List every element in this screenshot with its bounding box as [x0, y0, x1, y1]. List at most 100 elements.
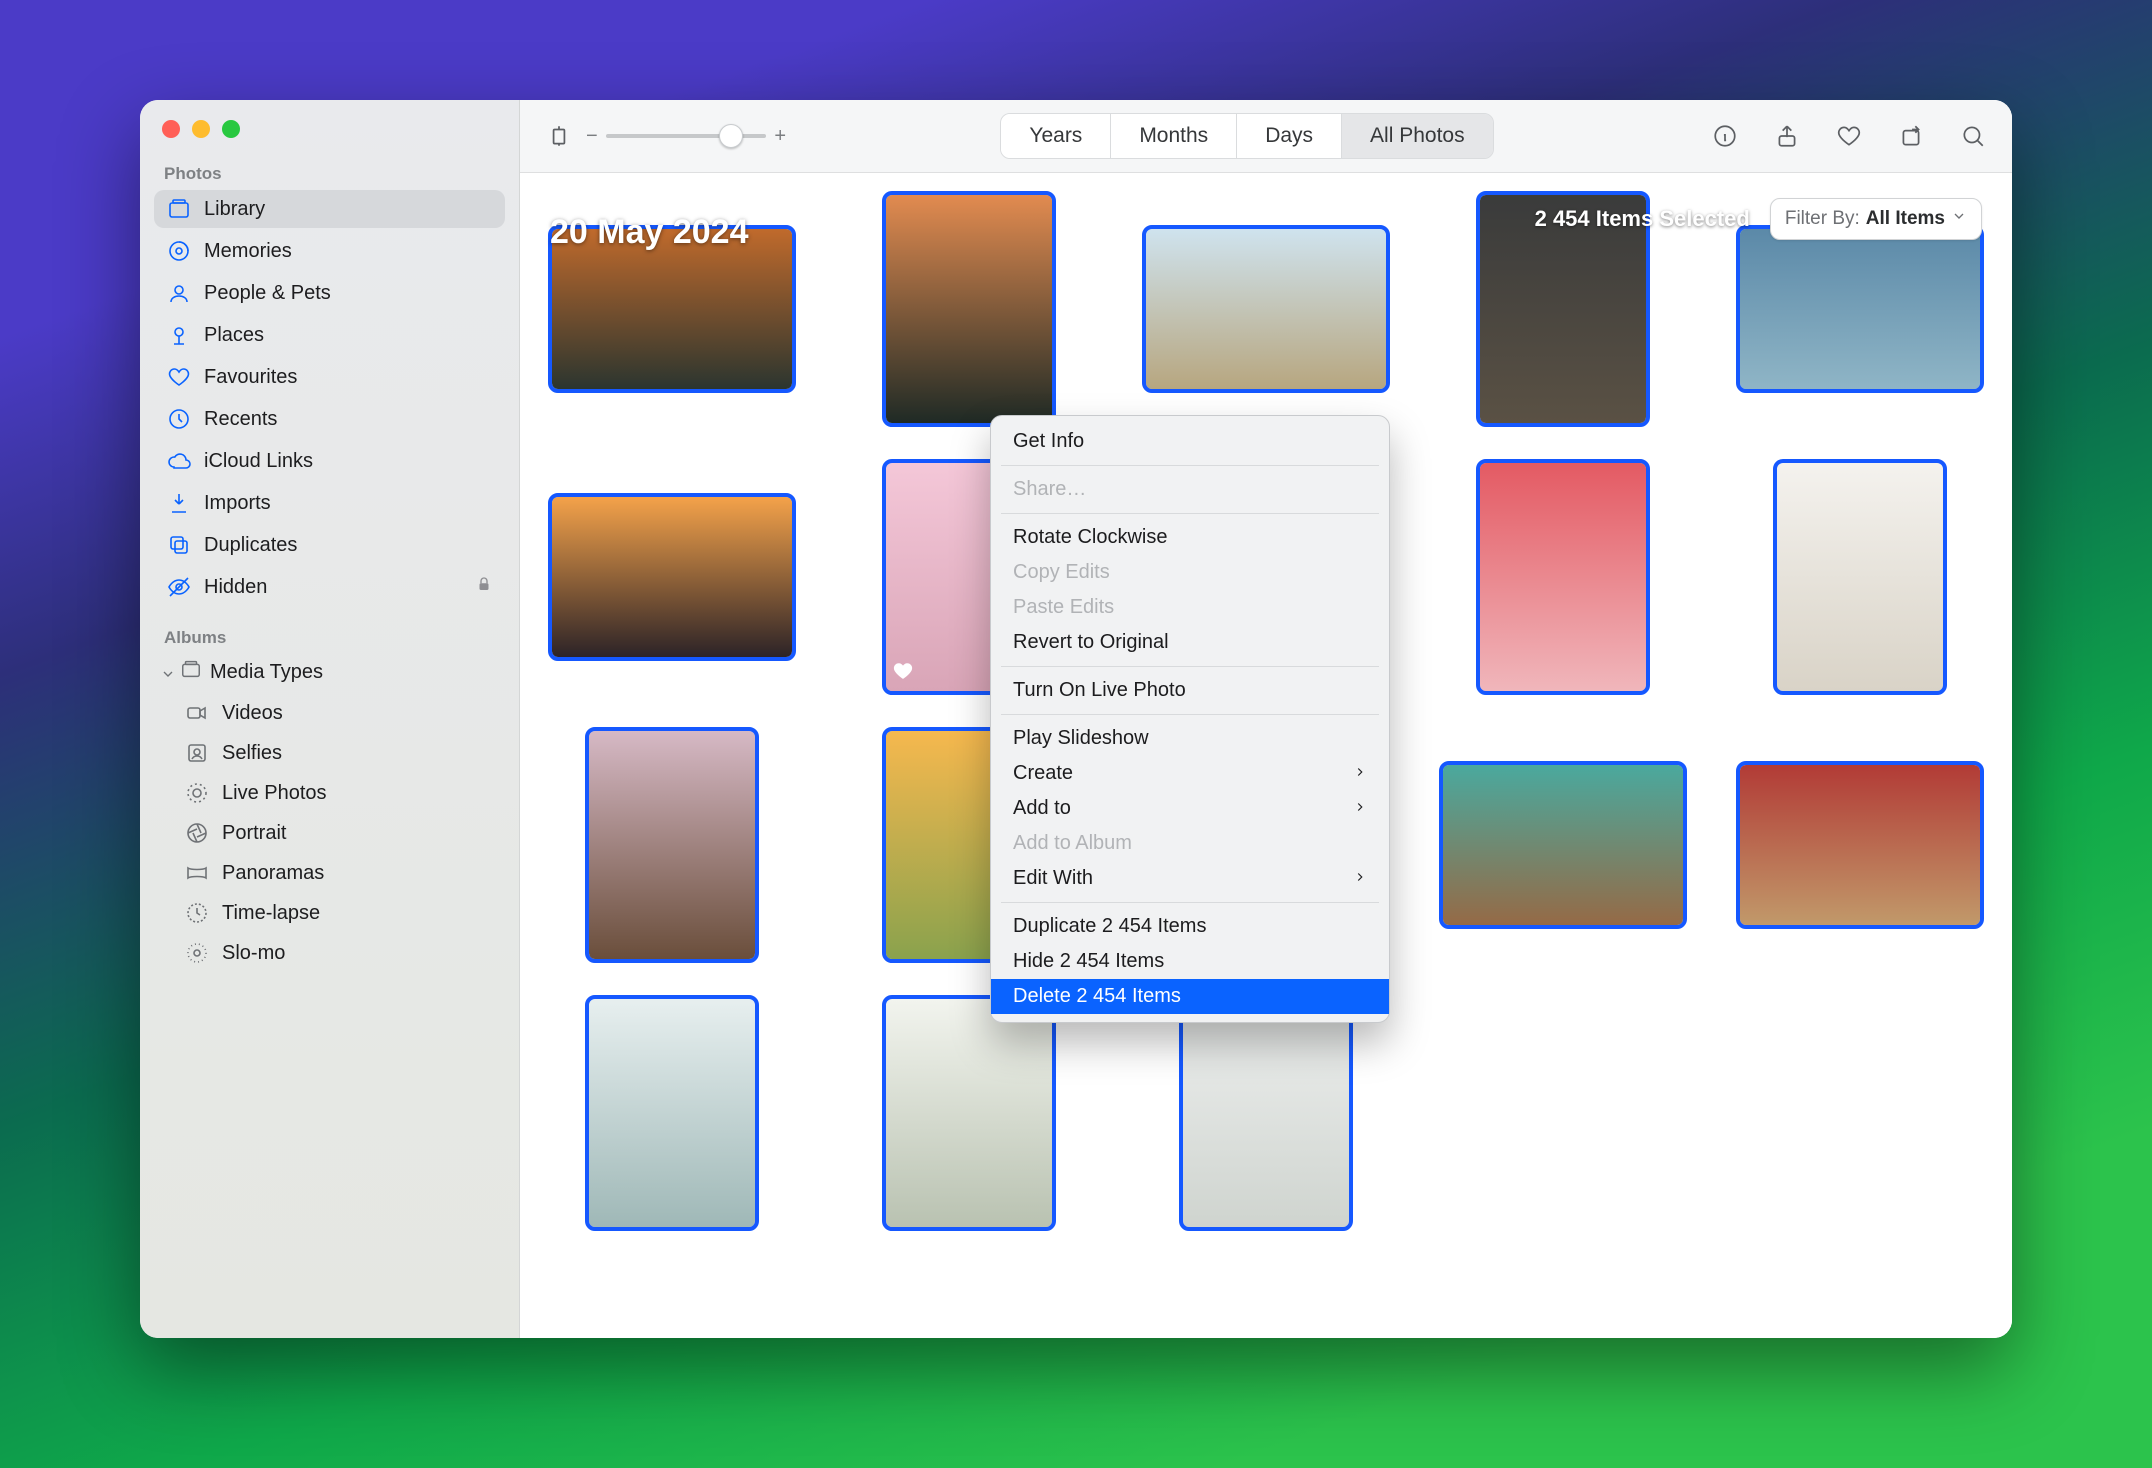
sidebar-item-icloud-links[interactable]: iCloud Links	[154, 442, 505, 480]
context-menu-item[interactable]: Duplicate 2 454 Items	[991, 909, 1389, 944]
seg-all-photos[interactable]: All Photos	[1341, 114, 1493, 158]
photo-thumbnail[interactable]	[589, 731, 755, 959]
photo-thumbnail[interactable]	[589, 999, 755, 1227]
context-menu-item: Share…	[991, 472, 1389, 507]
zoom-minus[interactable]: −	[586, 125, 598, 148]
memories-icon	[166, 239, 192, 263]
sidebar-item-label: Places	[204, 324, 264, 347]
context-menu-item[interactable]: Hide 2 454 Items	[991, 944, 1389, 979]
selection-count: 2 454 Items Selected	[1535, 206, 1750, 232]
sidebar-item-label: Imports	[204, 492, 271, 515]
sidebar-item-recents[interactable]: Recents	[154, 400, 505, 438]
folder-icon	[180, 658, 204, 686]
photo-thumbnail[interactable]	[552, 497, 792, 657]
photo-thumbnail[interactable]	[1777, 463, 1943, 691]
context-menu-item[interactable]: Get Info	[991, 424, 1389, 459]
person-icon	[166, 281, 192, 305]
sidebar-item-library[interactable]: Library	[154, 190, 505, 228]
seg-months[interactable]: Months	[1110, 114, 1236, 158]
chevron-right-icon	[1353, 762, 1367, 785]
context-menu-item[interactable]: Create	[991, 756, 1389, 791]
info-button[interactable]	[1708, 119, 1742, 153]
context-menu-item-label: Paste Edits	[1013, 596, 1114, 619]
photo-thumbnail[interactable]	[1740, 765, 1980, 925]
sidebar-item-imports[interactable]: Imports	[154, 484, 505, 522]
window-close-button[interactable]	[162, 120, 180, 138]
filter-dropdown[interactable]: Filter By: All Items	[1770, 198, 1982, 240]
sidebar-item-label: Slo-mo	[222, 942, 285, 965]
sidebar-item-label: Recents	[204, 408, 277, 431]
window-minimize-button[interactable]	[192, 120, 210, 138]
share-button[interactable]	[1770, 119, 1804, 153]
window-zoom-button[interactable]	[222, 120, 240, 138]
sidebar-item-label: Media Types	[210, 661, 323, 684]
context-menu-item-label: Edit With	[1013, 867, 1093, 890]
photo-thumbnail[interactable]	[1146, 229, 1386, 389]
date-heading: 20 May 2024	[550, 213, 749, 252]
toolbar: − + Years Months Days All Photos	[520, 100, 2012, 173]
main-content: − + Years Months Days All Photos 20 May …	[520, 100, 2012, 1338]
sidebar-item-live-photos[interactable]: Live Photos	[154, 774, 505, 812]
seg-years[interactable]: Years	[1001, 114, 1110, 158]
zoom-track[interactable]	[606, 134, 767, 138]
rotate-button[interactable]	[1894, 119, 1928, 153]
sidebar-item-slo-mo[interactable]: Slo-mo	[154, 934, 505, 972]
sidebar-item-label: Favourites	[204, 366, 297, 389]
sidebar-item-favourites[interactable]: Favourites	[154, 358, 505, 396]
sidebar-item-label: iCloud Links	[204, 450, 313, 473]
context-menu-item-label: Get Info	[1013, 430, 1084, 453]
context-menu-item[interactable]: Turn On Live Photo	[991, 673, 1389, 708]
photo-thumbnail[interactable]	[552, 229, 792, 389]
photo-thumbnail[interactable]	[1183, 999, 1349, 1227]
context-menu-item[interactable]: Revert to Original	[991, 625, 1389, 660]
sidebar-item-selfies[interactable]: Selfies	[154, 734, 505, 772]
photo-grid-area: 20 May 2024 2 454 Items Selected Filter …	[520, 173, 2012, 1338]
photo-thumbnail[interactable]	[886, 999, 1052, 1227]
sidebar-item-memories[interactable]: Memories	[154, 232, 505, 270]
toolbar-right	[1708, 119, 1990, 153]
sidebar-item-videos[interactable]: Videos	[154, 694, 505, 732]
context-menu-item[interactable]: Play Slideshow	[991, 721, 1389, 756]
aspect-button[interactable]	[542, 119, 576, 153]
sidebar-item-duplicates[interactable]: Duplicates	[154, 526, 505, 564]
sidebar-group-media-types[interactable]: Media Types	[154, 652, 505, 692]
zoom-slider[interactable]: − +	[586, 125, 786, 148]
lock-icon	[475, 575, 493, 599]
photo-thumbnail[interactable]	[1480, 463, 1646, 691]
sidebar-item-label: Memories	[204, 240, 292, 263]
sidebar-item-portrait[interactable]: Portrait	[154, 814, 505, 852]
zoom-knob[interactable]	[719, 124, 743, 148]
slo-mo-icon	[184, 941, 210, 965]
search-button[interactable]	[1956, 119, 1990, 153]
context-menu-item[interactable]: Delete 2 454 Items	[991, 979, 1389, 1014]
context-menu-item[interactable]: Add to	[991, 791, 1389, 826]
context-menu-item-label: Turn On Live Photo	[1013, 679, 1186, 702]
app-window: Photos Library Memories People & Pets Pl…	[140, 100, 2012, 1338]
sidebar-item-time-lapse[interactable]: Time-lapse	[154, 894, 505, 932]
chevron-right-icon	[1353, 867, 1367, 890]
chevron-down-icon	[1951, 208, 1967, 230]
context-menu-item[interactable]: Edit With	[991, 861, 1389, 896]
panorama-icon	[184, 861, 210, 885]
context-menu-item-label: Play Slideshow	[1013, 727, 1149, 750]
pin-icon	[166, 323, 192, 347]
sidebar: Photos Library Memories People & Pets Pl…	[140, 100, 520, 1338]
context-menu-item-label: Hide 2 454 Items	[1013, 950, 1164, 973]
favourite-button[interactable]	[1832, 119, 1866, 153]
photo-thumbnail[interactable]	[1740, 229, 1980, 389]
photo-thumbnail[interactable]	[886, 195, 1052, 423]
seg-days[interactable]: Days	[1236, 114, 1341, 158]
chevron-right-icon	[1353, 797, 1367, 820]
view-segmented-control: Years Months Days All Photos	[1000, 113, 1493, 159]
context-menu-separator	[1001, 714, 1379, 715]
context-menu-separator	[1001, 465, 1379, 466]
zoom-plus[interactable]: +	[774, 125, 786, 148]
sidebar-item-places[interactable]: Places	[154, 316, 505, 354]
video-icon	[184, 701, 210, 725]
sidebar-item-hidden[interactable]: Hidden	[154, 568, 505, 606]
context-menu-item[interactable]: Rotate Clockwise	[991, 520, 1389, 555]
sidebar-item-people-pets[interactable]: People & Pets	[154, 274, 505, 312]
sidebar-item-panoramas[interactable]: Panoramas	[154, 854, 505, 892]
sidebar-item-label: Duplicates	[204, 534, 297, 557]
photo-thumbnail[interactable]	[1443, 765, 1683, 925]
